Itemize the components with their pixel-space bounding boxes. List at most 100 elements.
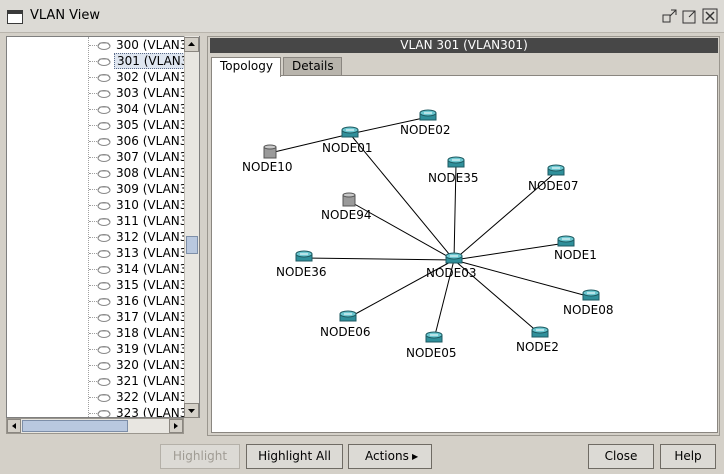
- tree-item[interactable]: 317 (VLAN317: [89, 309, 193, 325]
- tree-branch-line: [89, 77, 97, 78]
- vertical-scroll-thumb[interactable]: [186, 236, 198, 254]
- tree-item[interactable]: 322 (VLAN322: [89, 389, 193, 405]
- tree-item-label: 316 (VLAN316: [116, 294, 193, 308]
- tab-details[interactable]: Details: [283, 57, 342, 76]
- actions-label: Actions: [365, 449, 409, 463]
- tree-branch-line: [89, 173, 97, 174]
- highlight-all-button[interactable]: Highlight All: [246, 444, 343, 469]
- topology-node[interactable]: [547, 164, 565, 176]
- vlan-node-icon: [97, 106, 111, 114]
- tree-item-label: 321 (VLAN321: [116, 374, 193, 388]
- maximize-icon[interactable]: [682, 8, 698, 24]
- tree-item[interactable]: 311 (VLAN311: [89, 213, 193, 229]
- topology-node[interactable]: [531, 326, 549, 338]
- topology-node[interactable]: [445, 252, 463, 264]
- tree-branch-line: [89, 365, 97, 366]
- tree-item[interactable]: 316 (VLAN316: [89, 293, 193, 309]
- topology-node[interactable]: [419, 109, 437, 121]
- tree-item[interactable]: 323 (VLAN323: [89, 405, 193, 417]
- highlight-button[interactable]: Highlight: [160, 444, 240, 469]
- tree-item[interactable]: 305 (VLAN305: [89, 117, 193, 133]
- tree-branch-line: [89, 269, 97, 270]
- tree-item[interactable]: 304 (VLAN304: [89, 101, 193, 117]
- vlan-node-icon: [97, 314, 111, 322]
- tree-branch-line: [89, 61, 97, 62]
- topology-node[interactable]: [342, 192, 356, 207]
- tab-topology[interactable]: Topology: [211, 57, 281, 77]
- tree-branch-line: [89, 45, 97, 46]
- vlan-node-icon: [97, 346, 111, 354]
- node-label: NODE36: [276, 265, 327, 279]
- tree-item[interactable]: 313 (VLAN313: [89, 245, 193, 261]
- tree-item[interactable]: 318 (VLAN318: [89, 325, 193, 341]
- vlan-node-icon: [97, 186, 111, 194]
- scroll-up-button[interactable]: [184, 37, 199, 52]
- tree-item-label: 319 (VLAN319: [116, 342, 193, 356]
- tree-item[interactable]: 321 (VLAN321: [89, 373, 193, 389]
- topology-node[interactable]: [295, 250, 313, 262]
- vlan-node-icon: [97, 266, 111, 274]
- vlan-node-icon: [97, 410, 111, 417]
- tree-branch-line: [89, 397, 97, 398]
- tree-item[interactable]: 309 (VLAN309: [89, 181, 193, 197]
- tree-item[interactable]: 300 (VLAN300: [89, 37, 193, 53]
- node-label: NODE03: [426, 266, 477, 280]
- vlan-node-icon: [97, 298, 111, 306]
- vlan-node-icon: [97, 218, 111, 226]
- topology-node[interactable]: [447, 156, 465, 168]
- vlan-tree[interactable]: 300 (VLAN300301 (VLAN301302 (VLAN302 303 …: [6, 36, 200, 418]
- tree-item[interactable]: 320 (VLAN320: [89, 357, 193, 373]
- vlan-node-icon: [97, 138, 111, 146]
- tree-item[interactable]: 303 (VLAN303: [89, 85, 193, 101]
- window-icon: [7, 10, 23, 24]
- topology-node[interactable]: [582, 289, 600, 301]
- close-icon[interactable]: [702, 8, 718, 24]
- tree-item[interactable]: 302 (VLAN302: [89, 69, 193, 85]
- tree-branch-line: [89, 109, 97, 110]
- tree-item[interactable]: 308 (VLAN308: [89, 165, 193, 181]
- tree-branch-line: [89, 253, 97, 254]
- tree-item[interactable]: 319 (VLAN319: [89, 341, 193, 357]
- tree-item-label: 317 (VLAN317: [116, 310, 193, 324]
- tree-branch-line: [89, 317, 97, 318]
- vlan-node-icon: [97, 58, 111, 66]
- topology-node[interactable]: [557, 235, 575, 247]
- scroll-down-button[interactable]: [184, 403, 199, 418]
- topology-node[interactable]: [425, 331, 443, 343]
- tree-item[interactable]: 314 (VLAN314: [89, 261, 193, 277]
- node-label: NODE02: [400, 123, 451, 137]
- scroll-right-button[interactable]: [169, 419, 183, 433]
- topology-node[interactable]: [339, 310, 357, 322]
- topology-node[interactable]: [263, 144, 277, 159]
- topology-canvas[interactable]: NODE03 NODE01 NODE02 NODE10 NODE35 NODE07 NODE…: [211, 75, 718, 433]
- tree-item-label: 309 (VLAN309: [116, 182, 193, 196]
- vlan-node-icon: [97, 362, 111, 370]
- tree-branch-line: [89, 141, 97, 142]
- window-title: VLAN View: [30, 8, 101, 23]
- tree-item-label: 313 (VLAN313: [116, 246, 193, 260]
- tree-branch-line: [89, 93, 97, 94]
- vlan-node-icon: [97, 122, 111, 130]
- actions-button[interactable]: Actions ▶: [348, 444, 432, 469]
- help-button[interactable]: Help: [660, 444, 716, 469]
- tree-item[interactable]: 310 (VLAN310: [89, 197, 193, 213]
- tree-item[interactable]: 301 (VLAN301: [89, 53, 193, 69]
- tree-item[interactable]: 315 (VLAN315: [89, 277, 193, 293]
- tree-item-label: 300 (VLAN300: [116, 38, 193, 52]
- node-label: NODE35: [428, 171, 479, 185]
- close-button[interactable]: Close: [588, 444, 654, 469]
- node-label: NODE07: [528, 179, 579, 193]
- tree-branch-line: [89, 413, 97, 414]
- vlan-node-icon: [97, 170, 111, 178]
- tree-vertical-scrollbar[interactable]: [184, 36, 199, 418]
- topology-node[interactable]: [341, 126, 359, 138]
- tree-branch-line: [89, 349, 97, 350]
- tree-item[interactable]: 307 (VLAN307: [89, 149, 193, 165]
- horizontal-scroll-thumb[interactable]: [22, 420, 128, 432]
- tree-item-label: 302 (VLAN302: [116, 70, 193, 84]
- tree-item[interactable]: 312 (VLAN312: [89, 229, 193, 245]
- scroll-left-button[interactable]: [7, 419, 21, 433]
- tree-item-label: 318 (VLAN318: [116, 326, 193, 340]
- tree-item[interactable]: 306 (VLAN306: [89, 133, 193, 149]
- float-icon[interactable]: [662, 8, 678, 24]
